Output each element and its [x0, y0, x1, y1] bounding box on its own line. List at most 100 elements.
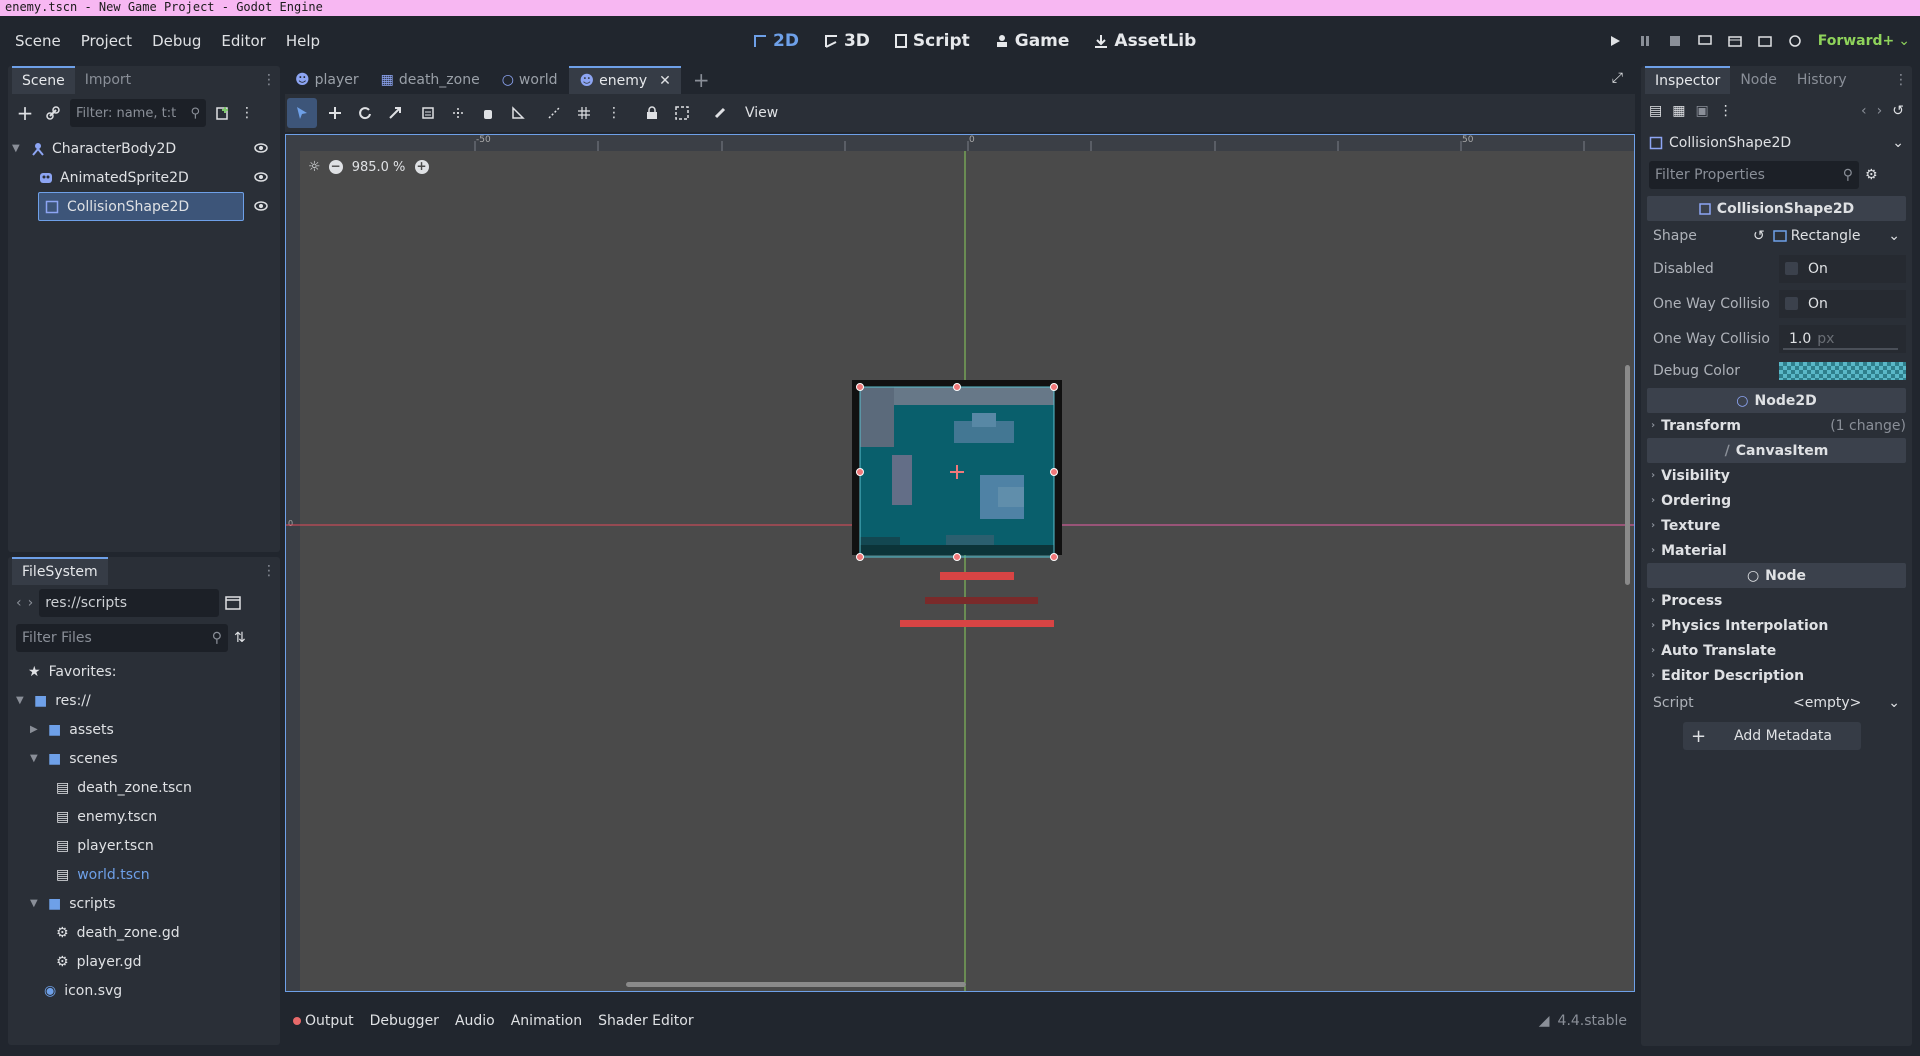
filter-files-input[interactable]: Filter Files ⚲ — [16, 624, 228, 652]
tab-audio[interactable]: Audio — [455, 1013, 495, 1029]
forward-icon[interactable]: › — [28, 595, 34, 611]
scene-tab-world[interactable]: ○ world — [492, 66, 568, 94]
chevron-down-icon[interactable]: ⌄ — [1888, 228, 1900, 244]
menu-editor[interactable]: Editor — [221, 32, 265, 50]
tab-output[interactable]: Output — [293, 1013, 354, 1029]
lock-icon[interactable] — [637, 98, 667, 128]
root-folder-row[interactable]: ▼ ■ res:// — [16, 686, 272, 715]
filter-properties-input[interactable]: Filter Properties ⚲ — [1649, 161, 1859, 189]
tree-item-animatedsprite2d[interactable]: AnimatedSprite2D — [12, 163, 276, 192]
folder-scenes-row[interactable]: ▼ ■ scenes — [16, 744, 272, 773]
new-resource-icon[interactable]: ▤ — [1649, 103, 1662, 119]
tab-debugger[interactable]: Debugger — [370, 1013, 439, 1029]
menu-project[interactable]: Project — [81, 32, 132, 50]
category-material[interactable]: › Material — [1647, 538, 1906, 563]
category-process[interactable]: › Process — [1647, 588, 1906, 613]
tree-item-collisionshape2d[interactable]: CollisionShape2D — [12, 192, 276, 221]
play-custom-scene-icon[interactable] — [1750, 26, 1780, 56]
workspace-script-button[interactable]: Script — [894, 31, 970, 51]
workspace-game-button[interactable]: Game — [994, 31, 1069, 51]
file-row[interactable]: ▤ world.tscn — [16, 860, 272, 889]
debug-color-swatch[interactable] — [1779, 362, 1906, 380]
history-back-icon[interactable]: ‹ — [1861, 103, 1867, 119]
scene-menu-icon[interactable]: ⋮ — [240, 105, 254, 121]
category-visibility[interactable]: › Visibility — [1647, 463, 1906, 488]
category-transform[interactable]: › Transform (1 change) — [1647, 413, 1906, 438]
visibility-eye-icon[interactable] — [254, 142, 268, 154]
chevron-down-icon[interactable]: ⌄ — [1898, 33, 1910, 49]
favorites-row[interactable]: ★ Favorites: — [16, 657, 272, 686]
file-row[interactable]: ▤ player.tscn — [16, 831, 272, 860]
tree-item-characterbody2d[interactable]: ▼ CharacterBody2D — [12, 134, 276, 163]
group-icon[interactable] — [667, 98, 697, 128]
tab-history[interactable]: History — [1787, 66, 1857, 94]
close-icon[interactable]: ✕ — [659, 73, 671, 89]
history-forward-icon[interactable]: › — [1877, 103, 1883, 119]
menu-scene[interactable]: Scene — [15, 32, 61, 50]
recent-history-icon[interactable]: ↺ — [1892, 103, 1904, 119]
grid-snap-icon[interactable] — [569, 98, 599, 128]
script-value[interactable]: <empty> — [1793, 695, 1861, 711]
attach-script-icon[interactable] — [212, 98, 234, 128]
tab-node[interactable]: Node — [1730, 66, 1787, 94]
scene-tab-enemy[interactable]: ☻ enemy ✕ — [569, 66, 681, 94]
tab-animation[interactable]: Animation — [511, 1013, 582, 1029]
pan-mode-icon[interactable] — [473, 98, 503, 128]
movie-maker-icon[interactable] — [1780, 26, 1810, 56]
file-row[interactable]: ◉ icon.svg — [16, 976, 272, 1005]
category-ordering[interactable]: › Ordering — [1647, 488, 1906, 513]
one-way-checkbox[interactable]: On — [1779, 289, 1906, 318]
ruler-mode-icon[interactable] — [503, 98, 533, 128]
view-menu[interactable]: View — [745, 105, 778, 121]
workspace-assetlib-button[interactable]: AssetLib — [1093, 31, 1196, 51]
scene-filter-input[interactable]: Filter: name, t:t ⚲ — [70, 99, 206, 127]
add-metadata-button[interactable]: + Add Metadata — [1683, 722, 1861, 750]
tab-filesystem[interactable]: FileSystem — [12, 557, 108, 585]
rotate-mode-icon[interactable] — [350, 98, 380, 128]
menu-debug[interactable]: Debug — [152, 32, 201, 50]
play-scene-icon[interactable] — [1720, 26, 1750, 56]
more-icon[interactable]: ⋮ — [1719, 103, 1733, 119]
snap-options-icon[interactable]: ⋮ — [599, 98, 629, 128]
play-icon[interactable] — [1600, 26, 1630, 56]
workspace-3d-button[interactable]: 3D — [823, 31, 870, 51]
stop-icon[interactable] — [1660, 26, 1690, 56]
layout-toggle-icon[interactable] — [225, 596, 241, 610]
category-texture[interactable]: › Texture — [1647, 513, 1906, 538]
smart-snap-icon[interactable] — [539, 98, 569, 128]
scene-tab-death-zone[interactable]: ▦ death_zone — [371, 66, 490, 94]
category-physics-interpolation[interactable]: › Physics Interpolation — [1647, 613, 1906, 638]
tab-inspector[interactable]: Inspector — [1645, 66, 1731, 94]
tab-import[interactable]: Import — [75, 66, 141, 94]
visibility-eye-icon[interactable] — [254, 171, 268, 183]
open-folder-icon[interactable]: ▦ — [1672, 103, 1685, 119]
list-select-icon[interactable] — [413, 98, 443, 128]
link-icon[interactable] — [42, 98, 64, 128]
folder-scripts-row[interactable]: ▼ ■ scripts — [16, 889, 272, 918]
bone-icon[interactable] — [705, 98, 735, 128]
chevron-down-icon[interactable]: ▼ — [12, 143, 26, 154]
vertical-scrollbar[interactable] — [1625, 365, 1630, 585]
back-icon[interactable]: ‹ — [16, 595, 22, 611]
chevron-down-icon[interactable]: ⌄ — [1888, 695, 1900, 711]
tab-shader-editor[interactable]: Shader Editor — [598, 1013, 693, 1029]
sort-icon[interactable]: ⇅ — [234, 630, 246, 646]
visibility-eye-icon[interactable] — [254, 200, 268, 212]
save-icon[interactable]: ▣ — [1695, 103, 1708, 119]
file-row[interactable]: ▤ enemy.tscn — [16, 802, 272, 831]
one-way-margin-slider[interactable]: 1.0 px — [1779, 324, 1906, 353]
scale-mode-icon[interactable] — [380, 98, 410, 128]
category-auto-translate[interactable]: › Auto Translate — [1647, 638, 1906, 663]
add-node-icon[interactable]: + — [14, 98, 36, 128]
file-row[interactable]: ⚙ death_zone.gd — [16, 918, 272, 947]
shape-value[interactable]: Rectangle — [1772, 228, 1860, 244]
select-mode-icon[interactable] — [287, 98, 317, 128]
inspected-object[interactable]: CollisionShape2D ⌄ — [1641, 128, 1912, 158]
file-row[interactable]: ⚙ player.gd — [16, 947, 272, 976]
move-mode-icon[interactable] — [320, 98, 350, 128]
disabled-checkbox[interactable]: On — [1779, 254, 1906, 283]
scene-tab-player[interactable]: ☻ player — [285, 66, 369, 94]
inspector-options-icon[interactable]: ⚙ — [1865, 167, 1878, 183]
revert-icon[interactable]: ↺ — [1753, 228, 1765, 244]
pivot-icon[interactable] — [443, 98, 473, 128]
